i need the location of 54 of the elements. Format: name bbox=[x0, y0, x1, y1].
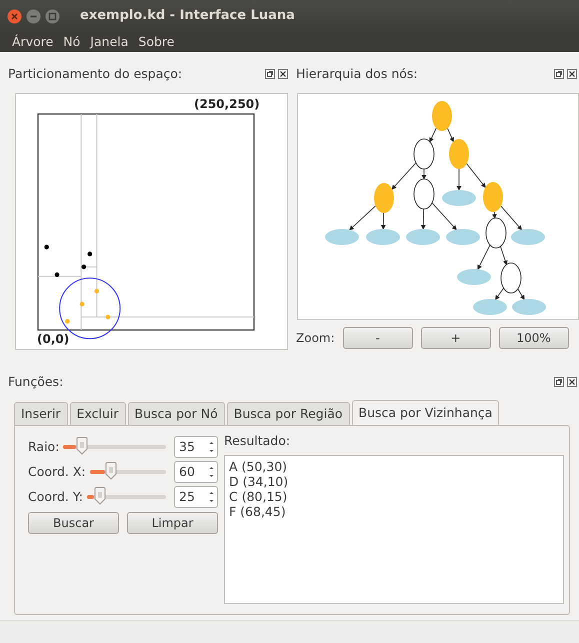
float-icon[interactable] bbox=[265, 69, 275, 79]
point-marker bbox=[44, 244, 49, 250]
menu-item[interactable]: Sobre bbox=[138, 32, 174, 52]
window-title: exemplo.kd - Interface Luana bbox=[80, 7, 295, 26]
panel-title: Particionamento do espaço: bbox=[8, 64, 182, 83]
slider-thumb[interactable] bbox=[105, 462, 118, 480]
close-icon[interactable] bbox=[278, 69, 288, 79]
coordinate-label: (0,0) bbox=[37, 332, 70, 347]
field-label: Coord. X: bbox=[28, 462, 86, 481]
panel-title: Hierarquia dos nós: bbox=[296, 64, 418, 83]
found-point-marker bbox=[94, 288, 100, 294]
tab[interactable]: Excluir bbox=[70, 402, 126, 425]
zoom-button[interactable]: + bbox=[420, 327, 491, 349]
menu-item[interactable]: Nó bbox=[63, 32, 80, 52]
found-point-marker bbox=[65, 319, 70, 324]
coordinate-label: (250,250) bbox=[194, 97, 260, 112]
close-icon[interactable] bbox=[567, 69, 577, 79]
result-item: D (34,10) bbox=[229, 474, 288, 489]
found-point-marker bbox=[106, 314, 110, 320]
slider-fill bbox=[63, 445, 76, 449]
menu-item[interactable]: Janela bbox=[90, 32, 128, 52]
point-marker bbox=[54, 272, 60, 277]
result-label: Resultado: bbox=[224, 432, 292, 450]
maximize-icon[interactable] bbox=[45, 8, 60, 24]
close-icon[interactable] bbox=[567, 377, 577, 387]
slider-thumb[interactable] bbox=[94, 487, 106, 505]
tab[interactable]: Inserir bbox=[14, 402, 68, 425]
minimize-icon[interactable] bbox=[26, 8, 41, 24]
field-label: Raio: bbox=[28, 438, 60, 456]
zoom-label: Zoom: bbox=[296, 330, 335, 347]
slider-fill bbox=[90, 470, 106, 474]
field-label: Coord. Y: bbox=[28, 488, 84, 506]
zoom-button[interactable]: 100% bbox=[498, 327, 569, 349]
float-icon[interactable] bbox=[554, 377, 564, 387]
menu-item[interactable]: Árvore bbox=[12, 32, 54, 52]
point-marker bbox=[82, 264, 86, 270]
spin-field[interactable]: 60 bbox=[174, 461, 218, 483]
result-item: A (50,30) bbox=[229, 458, 288, 474]
tab[interactable]: Busca por Região bbox=[226, 402, 350, 425]
float-icon[interactable] bbox=[554, 69, 564, 79]
spin-field[interactable]: 25 bbox=[174, 486, 218, 508]
slider-thumb[interactable] bbox=[76, 437, 88, 455]
action-button[interactable]: Buscar bbox=[28, 512, 119, 534]
zoom-button[interactable]: - bbox=[342, 327, 413, 349]
panel-title: Funções: bbox=[8, 372, 64, 391]
spin-field[interactable]: 35 bbox=[174, 436, 218, 458]
result-item: F (68,45) bbox=[229, 504, 286, 519]
tab[interactable]: Busca por Vizinhança bbox=[352, 400, 500, 425]
tab[interactable]: Busca por Nó bbox=[128, 402, 225, 425]
result-item: C (80,15) bbox=[229, 488, 288, 504]
action-button[interactable]: Limpar bbox=[127, 512, 218, 534]
slider-fill bbox=[87, 495, 94, 499]
found-point-marker bbox=[80, 302, 84, 306]
point-marker bbox=[88, 252, 92, 256]
